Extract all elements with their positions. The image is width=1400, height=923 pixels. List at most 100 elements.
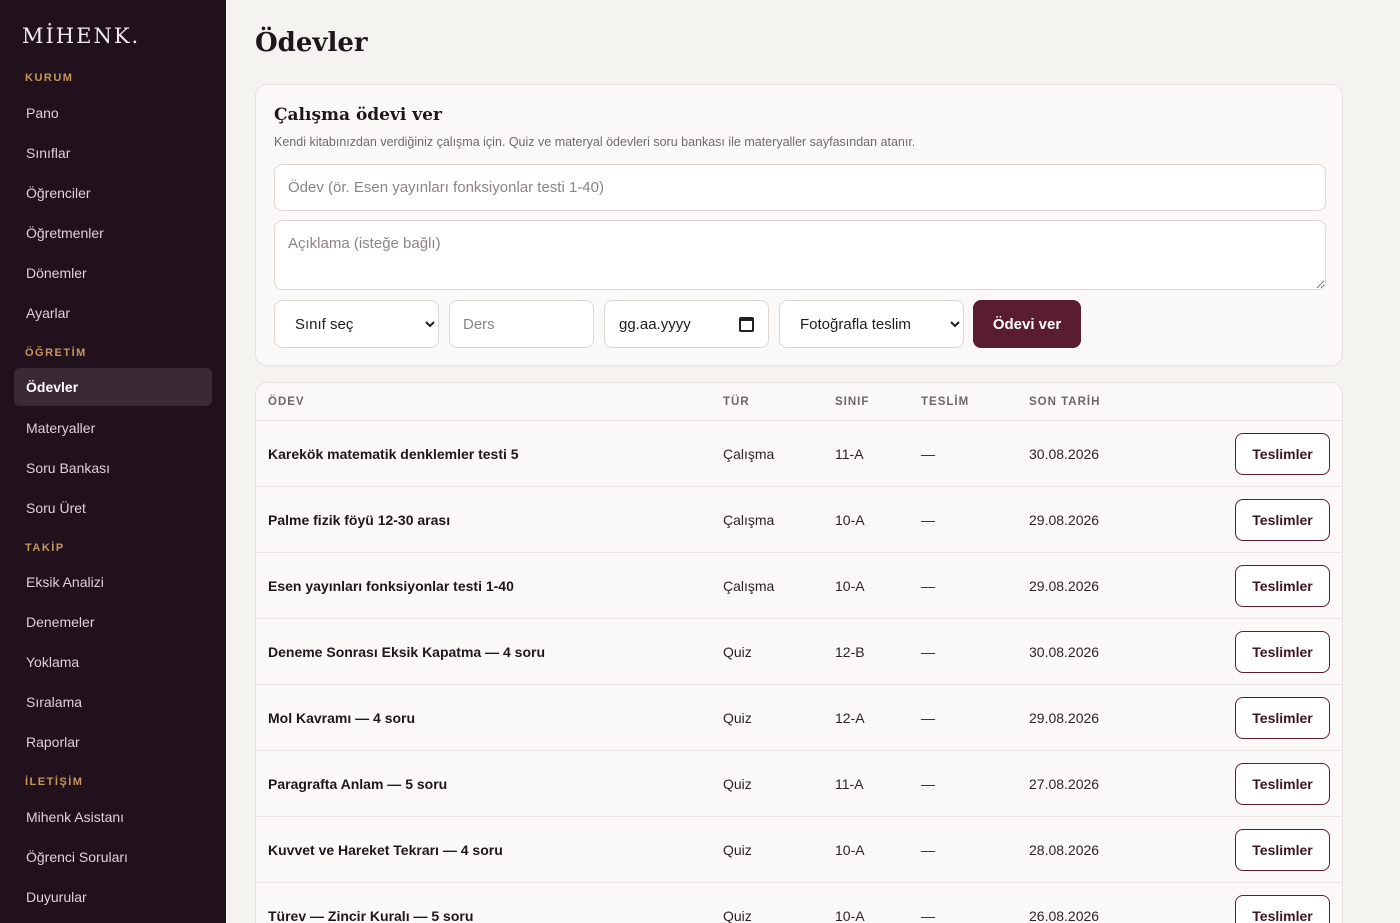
row-due-date: 30.08.2026 — [1029, 446, 1100, 462]
sidebar-item-yoklama[interactable]: Yoklama — [14, 643, 212, 681]
row-type: Çalışma — [723, 446, 775, 462]
row-due-date: 26.08.2026 — [1029, 908, 1100, 923]
sidebar-item-odevler[interactable]: Ödevler — [14, 368, 212, 406]
row-due-date: 29.08.2026 — [1029, 512, 1100, 528]
row-task: Deneme Sonrası Eksik Kapatma — 4 soru — [268, 644, 545, 660]
sidebar-item-materyaller[interactable]: Materyaller — [14, 409, 212, 447]
calendar-icon[interactable] — [739, 316, 754, 332]
sidebar-item-duyurular[interactable]: Duyurular — [14, 878, 212, 916]
form-subtitle: Kendi kitabınızdan verdiğiniz çalışma iç… — [274, 135, 916, 149]
submissions-button[interactable]: Teslimler — [1235, 433, 1330, 475]
row-submission: — — [921, 644, 935, 660]
sidebar-item-mihenk-asistani[interactable]: Mihenk Asistanı — [14, 798, 212, 836]
row-type: Quiz — [723, 908, 752, 923]
row-submission: — — [921, 908, 935, 923]
nav-section-kurum: KURUM — [25, 72, 74, 84]
row-task: Kuvvet ve Hareket Tekrarı — 4 soru — [268, 842, 503, 858]
header-task: ÖDEV — [268, 396, 305, 408]
description-textarea[interactable] — [274, 220, 1326, 290]
submissions-button[interactable]: Teslimler — [1235, 499, 1330, 541]
table-row: Deneme Sonrası Eksik Kapatma — 4 soru Qui… — [256, 619, 1342, 685]
row-type: Quiz — [723, 644, 752, 660]
table-header: ÖDEV TÜR SINIF TESLİM SON TARİH — [256, 383, 1342, 421]
nav-section-takip: TAKİP — [25, 542, 65, 554]
header-class: SINIF — [835, 396, 870, 408]
table-row: Paragrafta Anlam — 5 soru Quiz 11-A — 27.08.… — [256, 751, 1342, 817]
table-row: Karekök matematik denklemler testi 5 Çalı… — [256, 421, 1342, 487]
header-type: TÜR — [723, 396, 750, 408]
row-type: Çalışma — [723, 578, 775, 594]
nav-section-ogretim: ÖĞRETİM — [25, 347, 87, 359]
table-row: Mol Kavramı — 4 soru Quiz 12-A — 29.08.2026 T… — [256, 685, 1342, 751]
sidebar-item-raporlar[interactable]: Raporlar — [14, 723, 212, 761]
nav-section-iletisim: İLETİŞİM — [25, 776, 84, 788]
submissions-button[interactable]: Teslimler — [1235, 631, 1330, 673]
class-select[interactable]: Sınıf seç — [274, 300, 439, 348]
row-due-date: 29.08.2026 — [1029, 710, 1100, 726]
row-submission: — — [921, 842, 935, 858]
row-type: Quiz — [723, 776, 752, 792]
row-task: Palme fizik föyü 12-30 arası — [268, 512, 451, 528]
row-type: Quiz — [723, 710, 752, 726]
delivery-method-select[interactable]: Fotoğrafla teslim — [779, 300, 964, 348]
date-placeholder: gg.aa.yyyy — [619, 315, 691, 333]
table-row: Esen yayınları fonksiyonlar testi 1-40 Ça… — [256, 553, 1342, 619]
due-date-field[interactable]: gg.aa.yyyy — [604, 300, 769, 348]
sidebar-item-ogretmenler[interactable]: Öğretmenler — [14, 214, 212, 252]
row-due-date: 29.08.2026 — [1029, 578, 1100, 594]
table-row: Palme fizik föyü 12-30 arası Çalışma 10-A —… — [256, 487, 1342, 553]
row-submission: — — [921, 776, 935, 792]
row-class: 10-A — [835, 842, 865, 858]
sidebar-item-donemler[interactable]: Dönemler — [14, 254, 212, 292]
sidebar-item-soru-uret[interactable]: Soru Üret — [14, 489, 212, 527]
row-submission: — — [921, 710, 935, 726]
sidebar-item-siralama[interactable]: Sıralama — [14, 683, 212, 721]
form-title: Çalışma ödevi ver — [274, 105, 442, 125]
submissions-button[interactable]: Teslimler — [1235, 763, 1330, 805]
assign-homework-button[interactable]: Ödevi ver — [973, 300, 1081, 348]
assign-homework-card: Çalışma ödevi ver Kendi kitabınızdan ver… — [255, 84, 1343, 366]
sidebar-item-denemeler[interactable]: Denemeler — [14, 603, 212, 641]
row-due-date: 27.08.2026 — [1029, 776, 1100, 792]
row-type: Çalışma — [723, 512, 775, 528]
task-input[interactable] — [274, 164, 1326, 211]
row-task: Karekök matematik denklemler testi 5 — [268, 446, 519, 462]
row-class: 10-A — [835, 908, 865, 923]
submissions-button[interactable]: Teslimler — [1235, 895, 1330, 923]
submissions-button[interactable]: Teslimler — [1235, 829, 1330, 871]
row-class: 12-A — [835, 710, 865, 726]
sidebar-item-ogrenciler[interactable]: Öğrenciler — [14, 174, 212, 212]
table-row: Türev — Zincir Kuralı — 5 soru Quiz 10-A — 2… — [256, 883, 1342, 923]
row-task: Paragrafta Anlam — 5 soru — [268, 776, 448, 792]
row-class: 10-A — [835, 512, 865, 528]
homework-table: ÖDEV TÜR SINIF TESLİM SON TARİH Karekök … — [255, 382, 1343, 923]
row-due-date: 30.08.2026 — [1029, 644, 1100, 660]
header-due-date: SON TARİH — [1029, 396, 1101, 408]
row-task: Mol Kavramı — 4 soru — [268, 710, 416, 726]
row-task: Esen yayınları fonksiyonlar testi 1-40 — [268, 578, 514, 594]
sidebar: MİHENK. KURUM Pano Sınıflar Öğrenciler Ö… — [0, 0, 226, 923]
row-class: 10-A — [835, 578, 865, 594]
sidebar-item-eksik-analizi[interactable]: Eksik Analizi — [14, 563, 212, 601]
sidebar-item-ogrenci-sorulari[interactable]: Öğrenci Soruları — [14, 838, 212, 876]
sidebar-item-pano[interactable]: Pano — [14, 94, 212, 132]
submissions-button[interactable]: Teslimler — [1235, 565, 1330, 607]
sidebar-item-soru-bankasi[interactable]: Soru Bankası — [14, 449, 212, 487]
row-class: 11-A — [835, 776, 864, 792]
row-task: Türev — Zincir Kuralı — 5 soru — [268, 908, 474, 923]
row-type: Quiz — [723, 842, 752, 858]
row-submission: — — [921, 446, 935, 462]
submissions-button[interactable]: Teslimler — [1235, 697, 1330, 739]
row-class: 11-A — [835, 446, 864, 462]
page-title: Ödevler — [255, 28, 368, 58]
row-due-date: 28.08.2026 — [1029, 842, 1100, 858]
row-submission: — — [921, 512, 935, 528]
subject-input[interactable] — [449, 300, 594, 348]
sidebar-item-siniflar[interactable]: Sınıflar — [14, 134, 212, 172]
sidebar-item-ayarlar[interactable]: Ayarlar — [14, 294, 212, 332]
table-row: Kuvvet ve Hareket Tekrarı — 4 soru Quiz 10… — [256, 817, 1342, 883]
header-submission: TESLİM — [921, 396, 970, 408]
row-submission: — — [921, 578, 935, 594]
app-logo[interactable]: MİHENK. — [22, 24, 140, 48]
row-class: 12-B — [835, 644, 865, 660]
